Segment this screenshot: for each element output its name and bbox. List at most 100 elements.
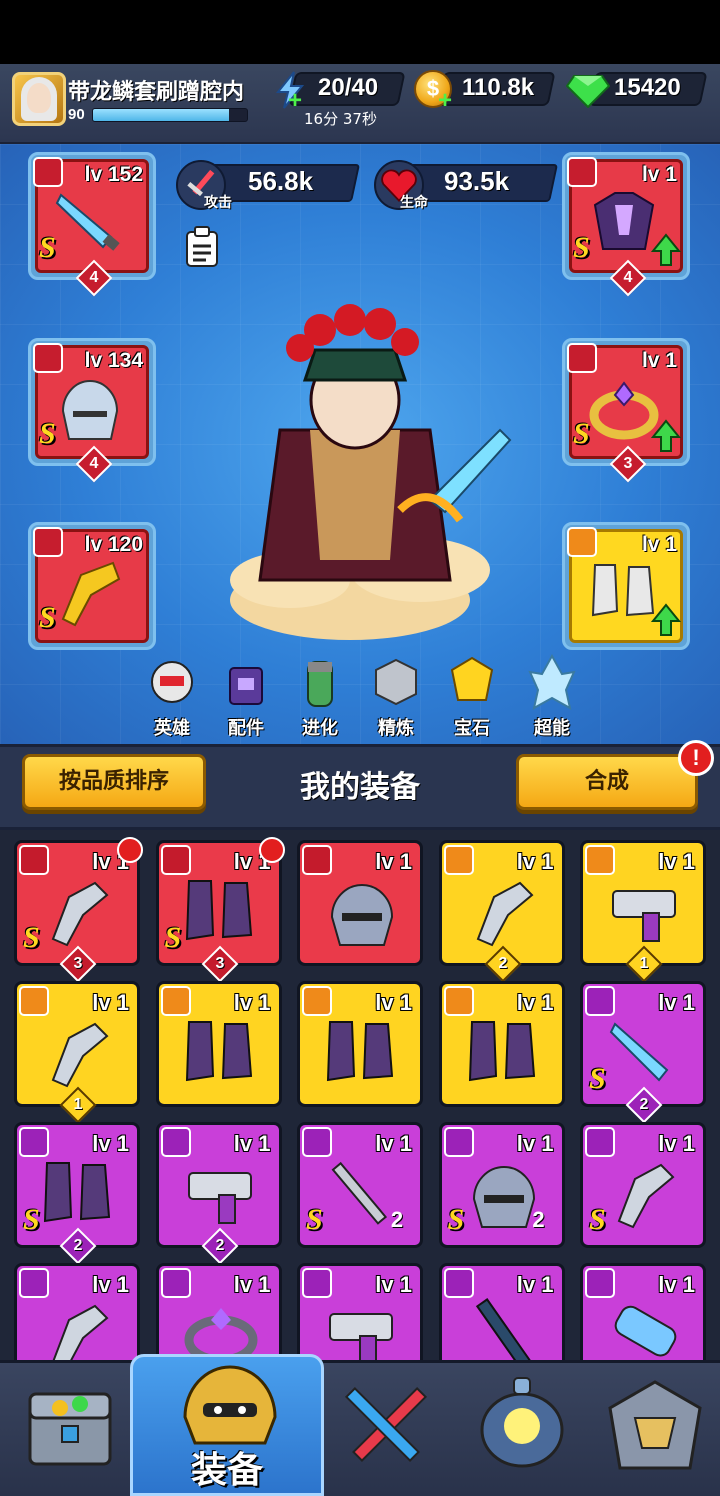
- nav-rank[interactable]: [590, 1368, 720, 1496]
- item-type-icon: [160, 1268, 191, 1298]
- item-type-icon: [302, 1127, 332, 1157]
- sort-by-quality-button[interactable]: 按品质排序: [22, 754, 206, 810]
- item-grade: S: [447, 1203, 465, 1236]
- menu-superpower[interactable]: 超能: [514, 653, 590, 740]
- inventory-item[interactable]: lv 1S3: [14, 837, 143, 983]
- add-coins-icon[interactable]: +: [438, 89, 456, 113]
- menu-refine-label: 精炼: [378, 718, 414, 739]
- item-type-icon: [160, 845, 191, 875]
- inventory-item[interactable]: lv 1: [155, 981, 282, 1107]
- gauntlet-icon: [476, 881, 533, 947]
- new-item-indicator: [117, 837, 143, 863]
- equip-slot-ring[interactable]: lv 1 S 3: [562, 338, 690, 483]
- weapon-type-icon: [33, 157, 63, 187]
- equip-slot-gloves[interactable]: lv 120 S: [28, 522, 156, 650]
- nav-battle[interactable]: [316, 1368, 456, 1496]
- gem-icon[interactable]: [566, 74, 610, 108]
- item-level: lv 1: [516, 1131, 554, 1156]
- item-type-icon: [160, 1127, 191, 1157]
- equip-slot-helmet[interactable]: lv 134 S 4: [28, 338, 156, 483]
- menu-evolve-label: 进化: [302, 718, 338, 739]
- blaster-icon: [612, 890, 676, 942]
- inventory-item[interactable]: lv 1: [155, 1263, 282, 1360]
- inventory-item[interactable]: lv 1 1: [580, 840, 706, 983]
- item-level: lv 1: [375, 1131, 412, 1156]
- coin-value: 110.8k: [462, 74, 535, 101]
- item-count: 2: [390, 1207, 404, 1232]
- blaster-icon: [187, 1172, 252, 1224]
- boots-icon: [185, 880, 252, 941]
- nav-equipment[interactable]: 装备: [130, 1354, 324, 1496]
- equip-gloves-level: lv 120: [84, 533, 143, 556]
- helmet-type-icon: [33, 343, 63, 373]
- nav-shop[interactable]: [0, 1368, 140, 1496]
- inventory-item[interactable]: lv 1S2: [438, 1122, 565, 1248]
- item-level: lv 1: [233, 990, 271, 1015]
- inventory-item[interactable]: lv 1S2: [580, 981, 706, 1124]
- inventory-item[interactable]: lv 1 2: [438, 840, 565, 983]
- item-type-icon: [160, 986, 191, 1016]
- inventory-item[interactable]: lv 1 1: [14, 981, 140, 1124]
- nav-portal[interactable]: [452, 1368, 592, 1496]
- menu-refine[interactable]: 精炼: [358, 654, 434, 740]
- menu-gem[interactable]: 宝石: [434, 654, 510, 740]
- menu-hero[interactable]: 英雄: [134, 654, 210, 740]
- item-level: lv 1: [658, 990, 695, 1015]
- inventory-item[interactable]: lv 1: [580, 1263, 706, 1360]
- menu-accessory[interactable]: 配件: [208, 654, 284, 740]
- equip-helmet-level: lv 134: [84, 349, 143, 372]
- inventory-item[interactable]: lv 1: [438, 1263, 565, 1360]
- equip-slot-armor[interactable]: lv 1 S 4: [562, 152, 690, 297]
- boots-icon: [43, 1162, 111, 1223]
- inventory-item[interactable]: lv 1S2: [14, 1122, 140, 1265]
- item-type-icon: [443, 1268, 474, 1298]
- item-level: lv 1: [375, 990, 412, 1015]
- item-count: 2: [201, 1227, 238, 1265]
- item-count: 3: [59, 945, 97, 983]
- item-type-icon: [585, 986, 615, 1016]
- inventory-item[interactable]: lv 1 2: [155, 1122, 282, 1265]
- knife-icon: [55, 193, 120, 251]
- equip-slot-weapon[interactable]: lv 152 S 4: [28, 152, 156, 297]
- inventory-item[interactable]: lv 1S3: [155, 837, 285, 983]
- helmet-icon: [61, 380, 119, 440]
- equip-weapon-grade: S: [39, 231, 56, 264]
- inventory-item[interactable]: lv 1: [14, 1263, 140, 1360]
- player-avatar[interactable]: [12, 72, 66, 126]
- hero-character[interactable]: [200, 280, 530, 680]
- inventory-item[interactable]: lv 1: [297, 981, 423, 1107]
- equip-ring-grade: S: [573, 417, 590, 450]
- inventory-item[interactable]: lv 1: [297, 840, 423, 966]
- item-grade: S: [589, 1062, 606, 1095]
- armor-type-icon: [567, 157, 597, 187]
- inventory-item[interactable]: lv 1: [438, 981, 565, 1107]
- clipboard-icon[interactable]: [184, 226, 220, 268]
- equip-armor-grade: S: [573, 231, 590, 264]
- xp-bar: [92, 108, 248, 122]
- item-type-icon: [19, 1127, 49, 1157]
- item-type-icon: [302, 845, 332, 875]
- inventory-item[interactable]: lv 1 S: [580, 1122, 706, 1248]
- equip-weapon-level: lv 152: [84, 163, 143, 186]
- item-type-icon: [585, 845, 615, 875]
- crossed-swords-icon: [344, 1386, 428, 1462]
- inventory-title: 我的装备: [300, 770, 420, 805]
- item-level: lv 1: [658, 1272, 695, 1297]
- blaster-icon: [329, 1313, 393, 1360]
- item-level: lv 1: [233, 1131, 271, 1156]
- nav-equipment-label: 装备: [190, 1450, 263, 1491]
- refine-icon: [375, 658, 417, 706]
- equip-gloves-grade: S: [39, 601, 56, 634]
- menu-superpower-label: 超能: [534, 718, 570, 739]
- merge-button[interactable]: 合成: [516, 754, 698, 810]
- item-level: lv 1: [658, 1131, 695, 1156]
- menu-evolve[interactable]: 进化: [282, 654, 358, 740]
- inventory-item[interactable]: lv 1S2: [297, 1122, 423, 1248]
- equip-slot-boots[interactable]: lv 1: [562, 522, 690, 650]
- item-count: 2: [59, 1227, 97, 1265]
- treasure-chest-icon: [28, 1392, 112, 1466]
- item-type-icon: [585, 1127, 615, 1157]
- gem-icon: [450, 656, 494, 701]
- item-type-icon: [585, 1268, 615, 1298]
- inventory-item[interactable]: lv 1: [297, 1263, 423, 1360]
